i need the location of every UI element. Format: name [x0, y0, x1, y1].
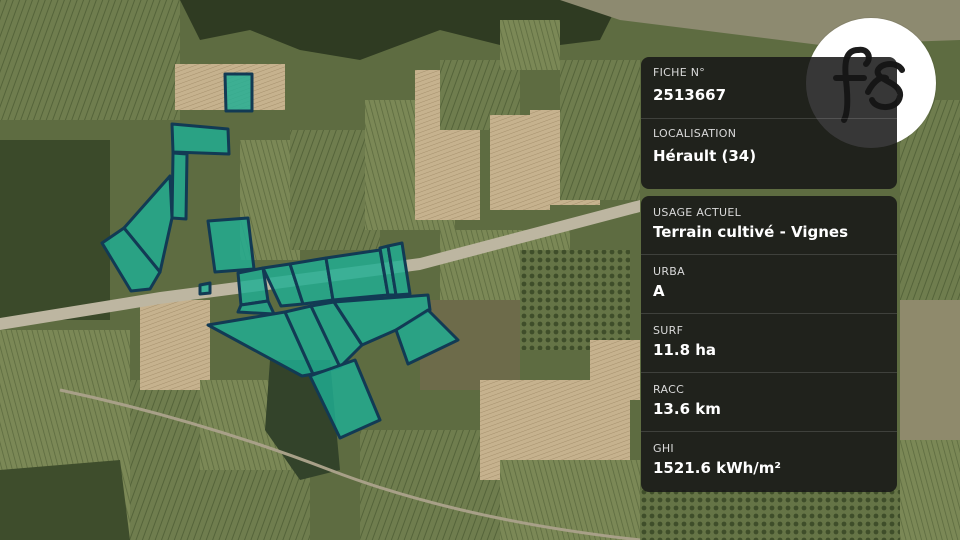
parcel[interactable] [223, 72, 254, 113]
usage-value: Terrain cultivé - Vignes [653, 223, 849, 241]
racc-row: RACC 13.6 km [641, 373, 897, 432]
parcel[interactable] [170, 122, 231, 156]
urba-value: A [653, 282, 665, 300]
parcel[interactable] [206, 216, 256, 274]
fiche-row: FICHE N° 2513667 [641, 57, 897, 119]
ghi-value: 1521.6 kWh/m² [653, 459, 781, 477]
ghi-row: GHI 1521.6 kWh/m² [641, 432, 897, 492]
ghi-label: GHI [653, 442, 674, 455]
localisation-value: Hérault (34) [653, 147, 757, 165]
usage-label: USAGE ACTUEL [653, 206, 742, 219]
parcel[interactable] [236, 266, 270, 307]
urba-label: URBA [653, 265, 685, 278]
localisation-row: LOCALISATION Hérault (34) [641, 119, 897, 189]
parcel[interactable] [170, 151, 189, 221]
racc-value: 13.6 km [653, 400, 721, 418]
map-view[interactable]: FICHE N° 2513667 LOCALISATION Hérault (3… [0, 0, 960, 540]
usage-row: USAGE ACTUEL Terrain cultivé - Vignes [641, 196, 897, 255]
parcel[interactable] [198, 281, 212, 296]
racc-label: RACC [653, 383, 685, 396]
info-card-identity: FICHE N° 2513667 LOCALISATION Hérault (3… [641, 57, 897, 189]
surf-row: SURF 11.8 ha [641, 314, 897, 373]
parcel[interactable] [324, 248, 390, 302]
fiche-value: 2513667 [653, 86, 727, 104]
fiche-label: FICHE N° [653, 66, 706, 79]
info-card-attributes: USAGE ACTUEL Terrain cultivé - Vignes UR… [641, 196, 897, 492]
surf-label: SURF [653, 324, 684, 337]
urba-row: URBA A [641, 255, 897, 314]
localisation-label: LOCALISATION [653, 127, 737, 140]
surf-value: 11.8 ha [653, 341, 717, 359]
